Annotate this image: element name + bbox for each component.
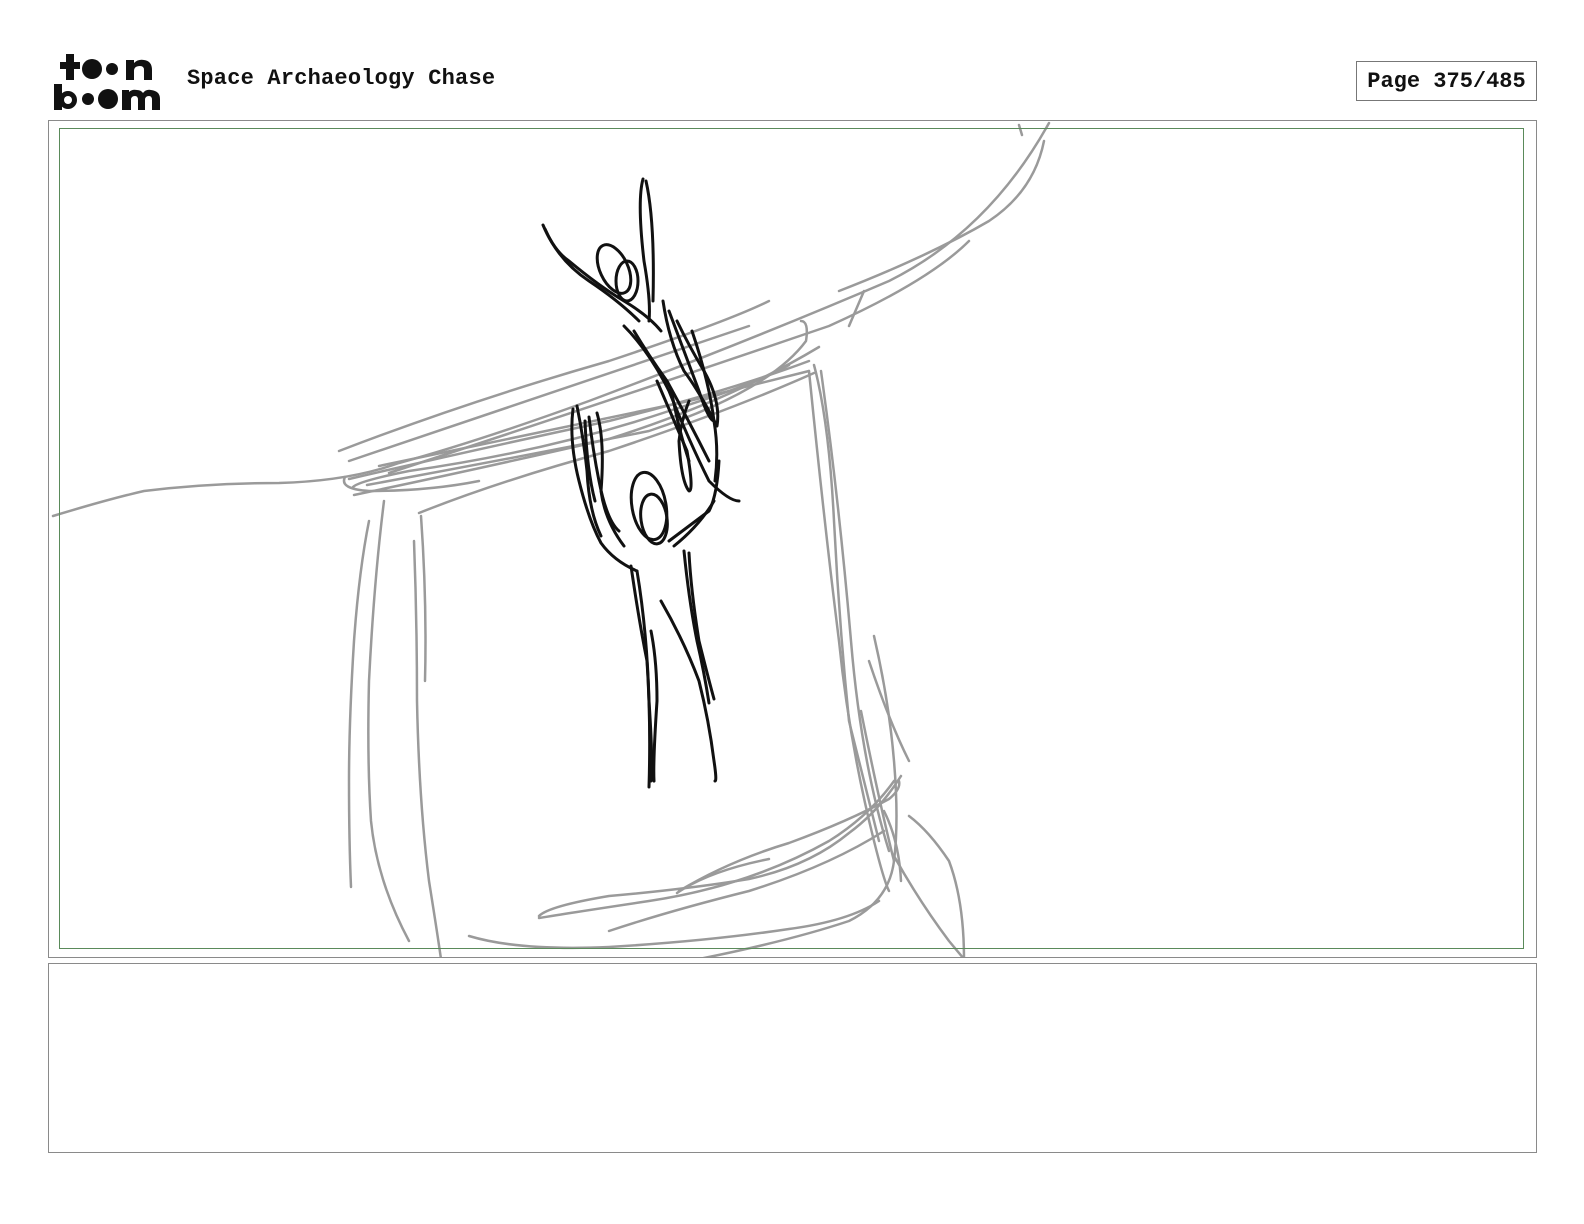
- toonboom-logo: [54, 54, 160, 110]
- page-counter: Page 375/485: [1356, 61, 1537, 101]
- storyboard-panel: [48, 120, 1537, 958]
- panel-notes-box[interactable]: [48, 963, 1537, 1153]
- project-title: Space Archaeology Chase: [187, 66, 496, 91]
- character-sketch-figures: [541, 177, 741, 789]
- panel-sketch-drawing: [51, 121, 1051, 957]
- background-sketch-lines: [51, 121, 1051, 957]
